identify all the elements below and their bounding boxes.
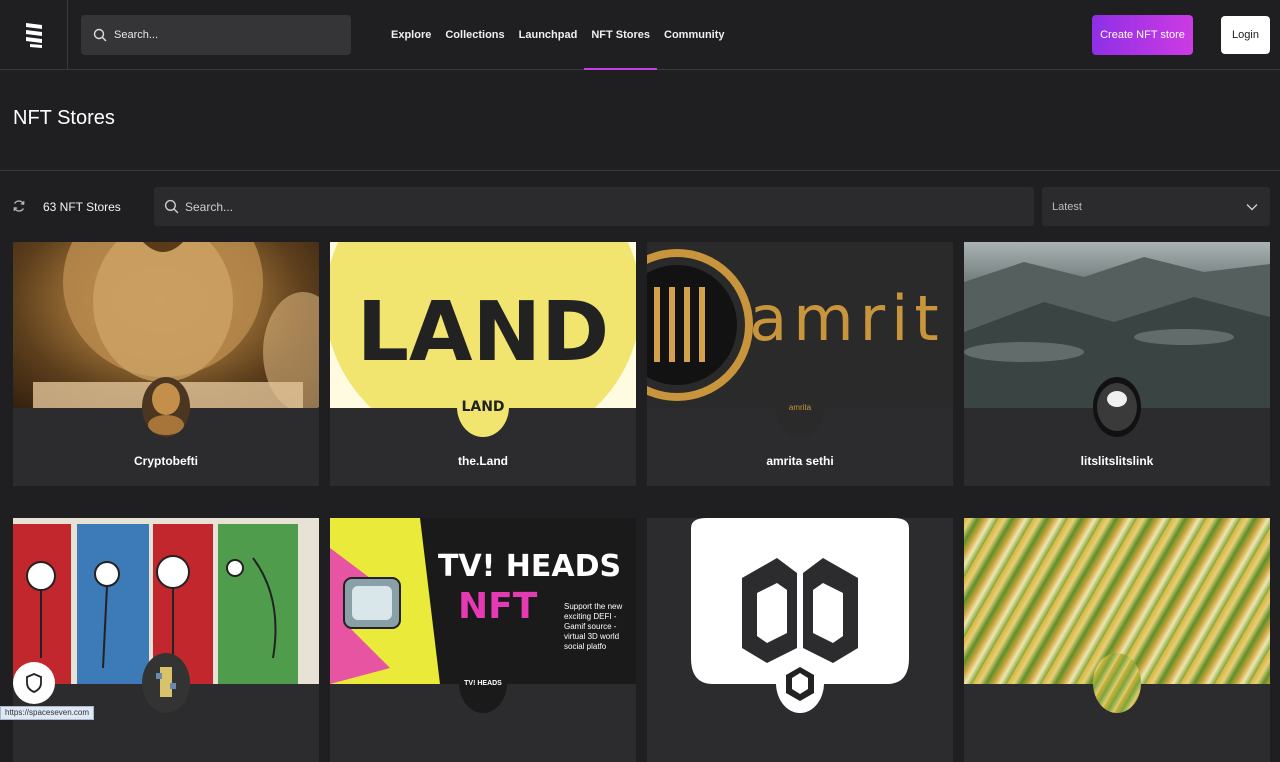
store-card[interactable]: litslitslitslink: [964, 242, 1270, 486]
store-avatar: [142, 377, 190, 437]
store-avatar: amrita: [776, 377, 824, 437]
store-card[interactable]: LAND LAND the.Land: [330, 242, 636, 486]
nav-nft-stores[interactable]: NFT Stores: [584, 0, 657, 70]
store-card[interactable]: amrit amrita amrita sethi: [647, 242, 953, 486]
store-search-input[interactable]: Search...: [154, 187, 1034, 226]
store-card[interactable]: Cryptobefti: [13, 242, 319, 486]
store-avatar: TV! HEADS: [459, 653, 507, 713]
store-search-placeholder: Search...: [185, 199, 234, 214]
store-avatar: [1093, 377, 1141, 437]
pixel-avatar-image: [156, 667, 176, 697]
nav-collections[interactable]: Collections: [438, 0, 511, 70]
store-avatar: [142, 653, 190, 713]
tv-heads-avatar-text: TV! HEADS: [464, 679, 502, 687]
top-bar: Search... Explore Collections Launchpad …: [0, 0, 1280, 70]
page-header: NFT Stores: [0, 71, 1280, 171]
amrita-avatar-text: amrita: [788, 402, 812, 412]
global-search-placeholder: Search...: [114, 29, 159, 41]
store-card[interactable]: TV! HEADS NFT Support the new exciting D…: [330, 518, 636, 762]
sort-select[interactable]: Latest: [1042, 187, 1270, 226]
land-avatar-text: LAND: [461, 399, 505, 415]
search-icon: [93, 28, 107, 42]
nav-explore[interactable]: Explore: [384, 0, 438, 70]
main-nav: Explore Collections Launchpad NFT Stores…: [384, 0, 732, 70]
store-avatar: LAND: [457, 377, 509, 437]
login-button[interactable]: Login: [1221, 16, 1270, 54]
sort-value: Latest: [1052, 200, 1082, 213]
amrita-banner-text: amrit: [749, 282, 944, 355]
create-nft-store-button[interactable]: Create NFT store: [1092, 15, 1193, 55]
chevron-down-icon: [1246, 203, 1258, 210]
privacy-shield-button[interactable]: [13, 662, 55, 704]
shield-icon: [26, 673, 42, 693]
store-card[interactable]: [13, 518, 319, 762]
lion-avatar-image: [148, 383, 184, 435]
refresh-icon[interactable]: [12, 199, 26, 213]
store-name: amrita sethi: [766, 454, 834, 468]
logo[interactable]: [0, 0, 68, 70]
store-name: Cryptobefti: [134, 454, 198, 468]
cube-avatar-icon: [786, 667, 814, 701]
global-search-input[interactable]: Search...: [81, 15, 351, 55]
nav-launchpad[interactable]: Launchpad: [512, 0, 585, 70]
filter-bar: 63 NFT Stores Search... Latest: [0, 187, 1280, 227]
search-icon: [164, 199, 179, 214]
tv-heads-banner-nft: NFT: [458, 586, 538, 627]
land-banner-text: LAND: [357, 285, 609, 380]
tv-heads-banner-title: TV! HEADS: [438, 549, 621, 584]
store-card[interactable]: [647, 518, 953, 762]
store-card[interactable]: [964, 518, 1270, 762]
status-bar-url: https://spaceseven.com: [0, 706, 95, 720]
store-name: the.Land: [458, 454, 508, 468]
store-avatar: [776, 653, 824, 713]
store-avatar: [1093, 653, 1141, 713]
store-count: 63 NFT Stores: [43, 200, 121, 214]
tv-heads-banner-blurb: Support the new exciting DEFI - Gamif so…: [564, 602, 623, 651]
sphere-avatar-image: [1097, 383, 1137, 431]
nav-community[interactable]: Community: [657, 0, 732, 70]
store-name: litslitslitslink: [1080, 454, 1154, 468]
page-title: NFT Stores: [13, 107, 115, 129]
spaceseven-logo-icon: [25, 23, 42, 48]
